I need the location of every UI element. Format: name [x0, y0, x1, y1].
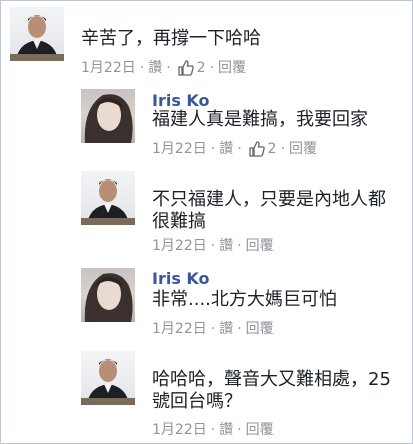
meta-separator: ·	[209, 60, 215, 76]
comment-reply-item: Iris Ko 非常....北方大媽巨可怕 1月22日 · 讚 · 回覆	[1, 263, 412, 347]
meta-separator: ·	[210, 422, 216, 438]
avatar[interactable]	[81, 268, 135, 322]
like-link[interactable]: 讚	[219, 237, 233, 255]
commenter-name[interactable]: Iris Ko	[152, 269, 210, 289]
meta-separator: ·	[210, 141, 216, 157]
comment-text: 辛苦了，再撐一下哈哈	[81, 28, 261, 49]
comment-text: 福建人真是難搞，我要回家	[152, 109, 368, 130]
meta-separator: ·	[139, 60, 145, 76]
thumbs-up-icon	[248, 141, 265, 157]
meta-separator: ·	[210, 238, 216, 254]
meta-separator: ·	[210, 321, 216, 337]
comment-text-line: 號回台嗎？	[152, 391, 242, 412]
like-link[interactable]: 讚	[219, 320, 233, 338]
comment-timestamp[interactable]: 1月22日	[152, 320, 207, 338]
reply-link[interactable]: 回覆	[218, 59, 246, 77]
comment-text-line: 不只福建人，只要是內地人都	[152, 189, 386, 210]
avatar[interactable]	[81, 171, 135, 225]
like-link[interactable]: 讚	[219, 140, 233, 158]
comment-text: 非常....北方大媽巨可怕	[152, 289, 337, 310]
comment-meta: 1月22日 · 讚 · 回覆	[152, 237, 274, 255]
reply-link[interactable]: 回覆	[289, 140, 317, 158]
comment-text-line: 很難搞	[152, 211, 206, 232]
comment-item: 辛苦了，再撐一下哈哈 1月22日 · 讚 · 2 · 回覆	[1, 1, 412, 85]
like-count: 2	[267, 141, 277, 157]
meta-separator: ·	[237, 422, 242, 438]
like-count: 2	[196, 60, 206, 76]
reply-link[interactable]: 回覆	[246, 320, 274, 338]
comment-thread: 辛苦了，再撐一下哈哈 1月22日 · 讚 · 2 · 回覆 Iris Ko 福建…	[0, 0, 413, 444]
reply-link[interactable]: 回覆	[246, 237, 274, 255]
comment-timestamp[interactable]: 1月22日	[152, 140, 207, 158]
thumbs-up-icon	[177, 60, 194, 76]
avatar[interactable]	[81, 351, 135, 405]
comment-reply-item: 不只福建人，只要是內地人都 很難搞 1月22日 · 讚 · 回覆	[1, 163, 412, 263]
comment-timestamp[interactable]: 1月22日	[152, 421, 207, 439]
meta-separator: ·	[237, 321, 242, 337]
comment-meta: 1月22日 · 讚 · 回覆	[152, 320, 274, 338]
avatar[interactable]	[81, 89, 135, 143]
comment-text-line: 哈哈哈，聲音大又難相處，25	[152, 369, 391, 390]
like-link[interactable]: 讚	[219, 421, 233, 439]
comment-reply-item: 哈哈哈，聲音大又難相處，25 號回台嗎？ 1月22日 · 讚 · 回覆	[1, 343, 412, 443]
meta-separator: ·	[280, 141, 286, 157]
comment-reply-item: Iris Ko 福建人真是難搞，我要回家 1月22日 · 讚 · 2 · 回覆	[1, 85, 412, 169]
meta-separator: ·	[166, 60, 171, 76]
comment-meta: 1月22日 · 讚 · 2 · 回覆	[152, 140, 317, 158]
commenter-name[interactable]: Iris Ko	[152, 91, 210, 111]
comment-timestamp[interactable]: 1月22日	[81, 59, 136, 77]
comment-meta: 1月22日 · 讚 · 2 · 回覆	[81, 59, 246, 77]
comment-timestamp[interactable]: 1月22日	[152, 237, 207, 255]
reply-link[interactable]: 回覆	[246, 421, 274, 439]
meta-separator: ·	[237, 141, 242, 157]
avatar[interactable]	[10, 7, 64, 61]
like-link[interactable]: 讚	[148, 59, 162, 77]
comment-meta: 1月22日 · 讚 · 回覆	[152, 421, 274, 439]
meta-separator: ·	[237, 238, 242, 254]
